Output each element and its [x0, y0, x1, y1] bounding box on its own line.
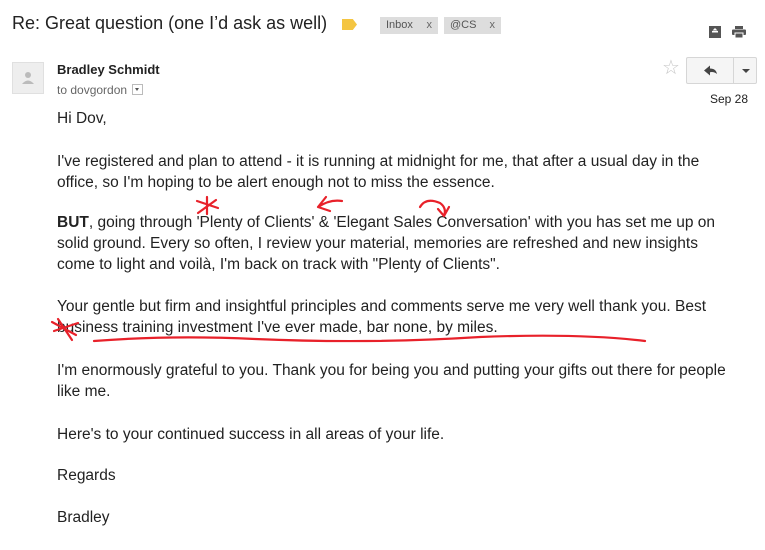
label-cs-name: @CS: [450, 19, 477, 31]
paragraph-3-text: Your gentle but firm and insightful prin…: [57, 298, 676, 315]
subject-bar: Re: Great question (one I’d ask as well)…: [0, 0, 765, 50]
label-inbox-name: Inbox: [386, 19, 413, 31]
more-actions-button[interactable]: [733, 57, 757, 84]
paragraph-2: BUT, going through 'Plenty of Clients' &…: [57, 212, 737, 275]
sender-name[interactable]: Bradley Schmidt: [57, 62, 160, 77]
print-all-icon[interactable]: [709, 26, 721, 38]
reply-icon: [704, 65, 717, 76]
importance-marker-icon[interactable]: [342, 19, 357, 30]
paragraph-4: I'm enormously grateful to you. Thank yo…: [57, 362, 726, 400]
label-cs[interactable]: @CS x: [444, 17, 501, 34]
email-subject: Re: Great question (one I’d ask as well): [12, 13, 328, 33]
paragraph-2-text: , going through 'Plenty of Clients' & 'E…: [57, 214, 716, 273]
recipient-text: to dovgordon: [57, 83, 128, 97]
paragraph-2-bold: BUT: [57, 214, 89, 231]
signature: Bradley: [57, 509, 110, 526]
star-icon[interactable]: ☆: [662, 58, 680, 78]
reply-button[interactable]: [686, 57, 734, 84]
print-icon[interactable]: [732, 26, 746, 38]
left-arrow-mark-icon: [316, 195, 344, 213]
remove-label-inbox-button[interactable]: x: [427, 17, 433, 34]
paragraph-3: Your gentle but firm and insightful prin…: [57, 296, 737, 338]
paragraph-1: I've registered and plan to attend - it …: [57, 153, 700, 191]
recipient-line: to dovgordon: [57, 83, 144, 97]
message-date: Sep 28: [710, 92, 749, 106]
remove-label-cs-button[interactable]: x: [490, 17, 496, 34]
show-details-icon[interactable]: [132, 84, 144, 95]
closing: Regards: [57, 467, 116, 484]
avatar: [12, 62, 44, 94]
greeting: Hi Dov,: [57, 110, 107, 127]
paragraph-5: Here's to your continued success in all …: [57, 426, 445, 443]
label-inbox[interactable]: Inbox x: [380, 17, 438, 34]
